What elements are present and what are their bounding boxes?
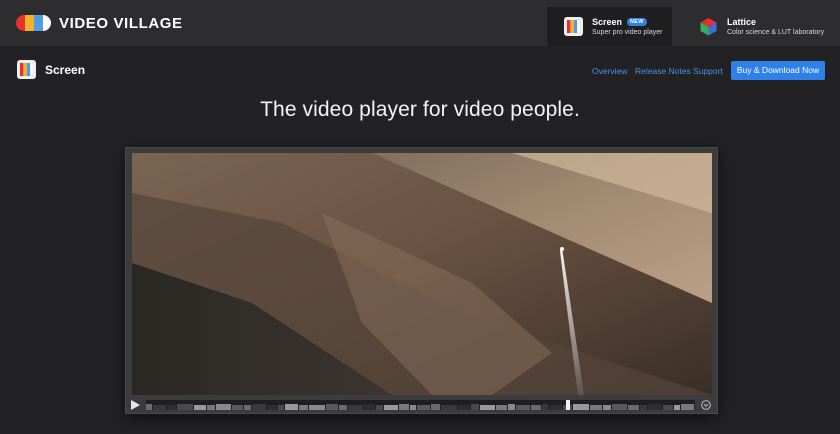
- tab-subtitle: Super pro video player: [592, 29, 663, 36]
- nav-link-overview[interactable]: Overview: [592, 66, 627, 76]
- tab-text: Screen NEW Super pro video player: [592, 17, 662, 36]
- page-headline: The video player for video people.: [260, 98, 580, 121]
- nav-link-support[interactable]: Support: [693, 66, 723, 76]
- tab-text: Lattice Color science & LUT laboratory: [727, 17, 824, 36]
- video-player: [125, 147, 718, 414]
- product-tab-lattice[interactable]: Lattice Color science & LUT laboratory: [683, 7, 833, 46]
- lattice-cube-icon: [700, 18, 717, 36]
- options-chevron-icon[interactable]: [701, 400, 711, 410]
- brand[interactable]: VIDEO VILLAGE: [16, 14, 183, 32]
- tab-subtitle: Color science & LUT laboratory: [727, 29, 825, 36]
- video-still-image: [132, 153, 712, 395]
- timeline-thumbnail-strip: [146, 404, 694, 410]
- player-controls: [126, 397, 717, 413]
- playhead-marker[interactable]: [566, 400, 570, 410]
- top-bar: VIDEO VILLAGE Screen NEW Super pro video…: [0, 0, 840, 46]
- play-icon[interactable]: [130, 399, 141, 411]
- screen-app-icon[interactable]: [17, 60, 36, 79]
- nav-link-release-notes[interactable]: Release Notes: [635, 66, 691, 76]
- timeline-scrubber[interactable]: [146, 400, 695, 410]
- new-badge: NEW: [627, 18, 647, 26]
- product-title[interactable]: Screen: [45, 63, 85, 77]
- tab-title: Screen: [592, 17, 623, 27]
- tab-title: Lattice: [727, 17, 757, 27]
- product-tab-screen[interactable]: Screen NEW Super pro video player: [547, 7, 672, 46]
- video-village-logo-icon: [16, 15, 51, 31]
- screen-app-icon: [564, 17, 583, 36]
- video-frame[interactable]: [132, 153, 712, 395]
- brand-name: VIDEO VILLAGE: [59, 14, 183, 32]
- buy-download-button[interactable]: Buy & Download Now: [731, 61, 825, 80]
